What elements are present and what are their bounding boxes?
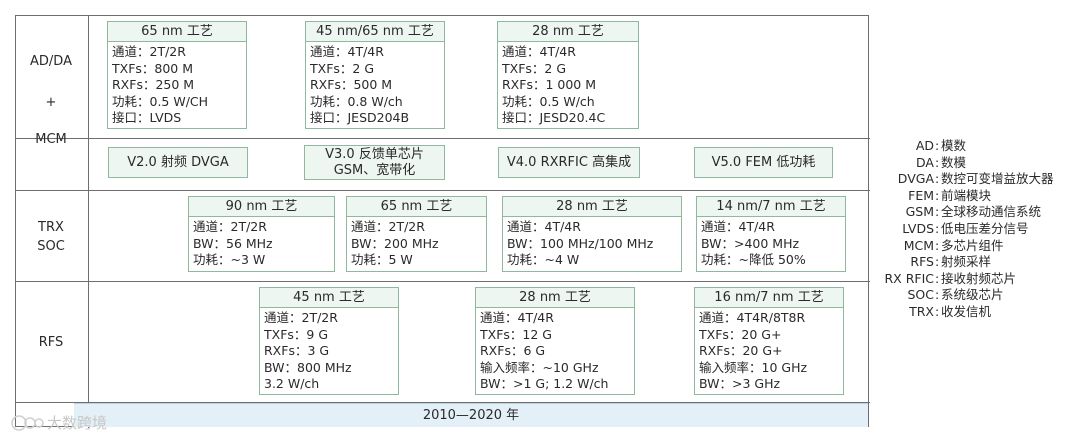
card-line: TXFs：2 G (502, 60, 567, 76)
card-title: 28 nm 工艺 (476, 288, 634, 308)
card-line: 功耗：0.5 W/CH (112, 93, 209, 109)
card-line: BW：800 MHz (264, 359, 352, 375)
version-label: V5.0 FEM 低功耗 (711, 154, 816, 170)
card-line: 通道：2T/2R (264, 310, 338, 325)
abbreviation-legend: AD: 模数 DA: 数模 DVGA: 数控可变增益放大器 FEM: 前端模块 GSM:… (872, 138, 1078, 321)
card-line: 功耗：5 W (351, 252, 413, 267)
version-tag: V2.0 射频 DVGA (108, 147, 248, 178)
trx-card: 14 nm/7 nm 工艺 通道：4T/4R BW：>400 MHz 功耗：~降… (696, 196, 846, 272)
rfs-card: 45 nm 工艺 通道：2T/2R TXFs：9 G RXFs：3 G BW：8… (259, 287, 399, 395)
watermark-logo-icon (11, 415, 44, 431)
card-line: 通道：4T4R/8T8R (699, 310, 806, 325)
card-title: 16 nm/7 nm 工艺 (695, 288, 843, 308)
legend-row: RX RFIC: 接收射频芯片 (884, 270, 1017, 286)
card-line: RXFs：6 G (480, 343, 546, 358)
card-line: 通道：2T/2R (193, 219, 267, 234)
legend-row: TRX: 收发信机 (909, 303, 992, 319)
card-line: TXFs：20 G+ (699, 326, 782, 342)
card-line: 通道：2T/2R (112, 44, 186, 59)
card-line: 通道：4T/4R (480, 310, 554, 325)
card-line: 3.2 W/ch (264, 376, 320, 391)
card-line: TXFs：800 M (112, 60, 194, 76)
watermark: 大数跨境 (10, 411, 107, 433)
trx-card: 28 nm 工艺 通道：4T/4R BW：100 MHz/100 MHz 功耗：… (502, 196, 682, 272)
card-title: 45 nm 工艺 (260, 288, 398, 308)
row-divider (15, 138, 870, 139)
card-title: 14 nm/7 nm 工艺 (697, 197, 845, 217)
card-line: RXFs：250 M (112, 77, 195, 92)
card-line: TXFs：12 G (480, 326, 552, 342)
legend-row: MCM: 多芯片组件 (903, 237, 1004, 253)
version-tag: V3.0 反馈单芯片 GSM、宽带化 (304, 145, 445, 180)
legend-row: FEM: 前端模块 (908, 187, 992, 203)
card-line: TXFs：9 G (264, 326, 329, 342)
legend-row: SOC: 系统级芯片 (907, 287, 1004, 303)
card-line: 通道：4T/4R (507, 219, 581, 234)
adda-card: 45 nm/65 nm 工艺 通道：4T/4R TXFs：2 G RXFs：50… (305, 21, 445, 129)
label-column-divider (88, 15, 89, 428)
card-title: 90 nm 工艺 (189, 197, 334, 217)
card-line: 功耗：~3 W (193, 252, 266, 267)
card-line: 通道：4T/4R (502, 44, 576, 59)
card-line: RXFs：500 M (310, 77, 393, 92)
card-line: RXFs：20 G+ (699, 343, 783, 358)
card-line: 功耗：0.5 W/ch (502, 93, 595, 109)
card-line: 功耗：~4 W (507, 252, 580, 267)
version-label: V3.0 反馈单芯片 (325, 146, 424, 162)
rfs-card: 16 nm/7 nm 工艺 通道：4T4R/8T8R TXFs：20 G+ RX… (694, 287, 844, 395)
legend-row: RFS: 射频采样 (910, 254, 992, 270)
card-line: TXFs：2 G (310, 60, 375, 76)
card-line: 通道：4T/4R (701, 219, 775, 234)
card-line: 通道：2T/2R (351, 219, 425, 234)
watermark-text: 大数跨境 (47, 413, 108, 432)
version-sublabel: GSM、宽带化 (333, 162, 416, 178)
adda-card: 28 nm 工艺 通道：4T/4R TXFs：2 G RXFs：1 000 M … (497, 21, 639, 129)
card-line: 功耗：0.8 W/ch (310, 93, 403, 109)
legend-row: DA: 数模 (916, 154, 967, 170)
card-title: 45 nm/65 nm 工艺 (306, 22, 444, 42)
card-line: BW：>3 GHz (699, 376, 781, 391)
card-line: 接口：JESD204B (310, 110, 410, 125)
legend-row: GSM: 全球移动通信系统 (905, 204, 1042, 220)
card-line: 输入频率：~10 GHz (480, 359, 599, 375)
legend-row: AD: 模数 (915, 138, 967, 153)
version-tag: V5.0 FEM 低功耗 (694, 147, 833, 178)
legend-row: LVDS: 低电压差分信号 (902, 220, 1029, 236)
row-divider (15, 281, 870, 282)
card-line: BW：>1 G; 1.2 W/ch (480, 376, 609, 391)
version-label: V2.0 射频 DVGA (127, 154, 229, 170)
row-divider (15, 190, 870, 191)
card-line: BW：>400 MHz (701, 235, 800, 251)
card-line: RXFs：3 G (264, 343, 330, 358)
card-line: 通道：4T/4R (310, 44, 384, 59)
row-label-adda: AD/DA + MCM (30, 54, 72, 147)
card-line: BW：200 MHz (351, 235, 439, 251)
adda-card: 65 nm 工艺 通道：2T/2R TXFs：800 M RXFs：250 M … (107, 21, 247, 129)
row-label-trx: TRX SOC (37, 220, 65, 254)
trx-card: 65 nm 工艺 通道：2T/2R BW：200 MHz 功耗：5 W (346, 196, 487, 272)
card-line: BW：100 MHz/100 MHz (507, 235, 654, 251)
card-line: 功耗：~降低 50% (701, 252, 806, 267)
timeline-bar: 2010—2020 年 (74, 403, 868, 427)
trx-card: 90 nm 工艺 通道：2T/2R BW：56 MHz 功耗：~3 W (188, 196, 335, 272)
card-line: BW：56 MHz (193, 235, 273, 251)
card-title: 28 nm 工艺 (503, 197, 681, 217)
version-label: V4.0 RXRFIC 高集成 (506, 154, 632, 170)
row-label-rfs: RFS (38, 335, 64, 350)
card-line: RXFs：1 000 M (502, 77, 596, 92)
legend-row: DVGA: 数控可变增益放大器 (897, 171, 1054, 187)
card-line: 接口：JESD20.4C (502, 110, 606, 125)
card-title: 28 nm 工艺 (498, 22, 638, 42)
card-title: 65 nm 工艺 (347, 197, 486, 217)
card-line: 输入频率：10 GHz (699, 359, 808, 375)
card-title: 65 nm 工艺 (108, 22, 246, 42)
rfs-card: 28 nm 工艺 通道：4T/4R TXFs：12 G RXFs：6 G 输入频… (475, 287, 635, 395)
version-tag: V4.0 RXRFIC 高集成 (498, 147, 640, 178)
card-line: 接口：LVDS (112, 110, 182, 125)
